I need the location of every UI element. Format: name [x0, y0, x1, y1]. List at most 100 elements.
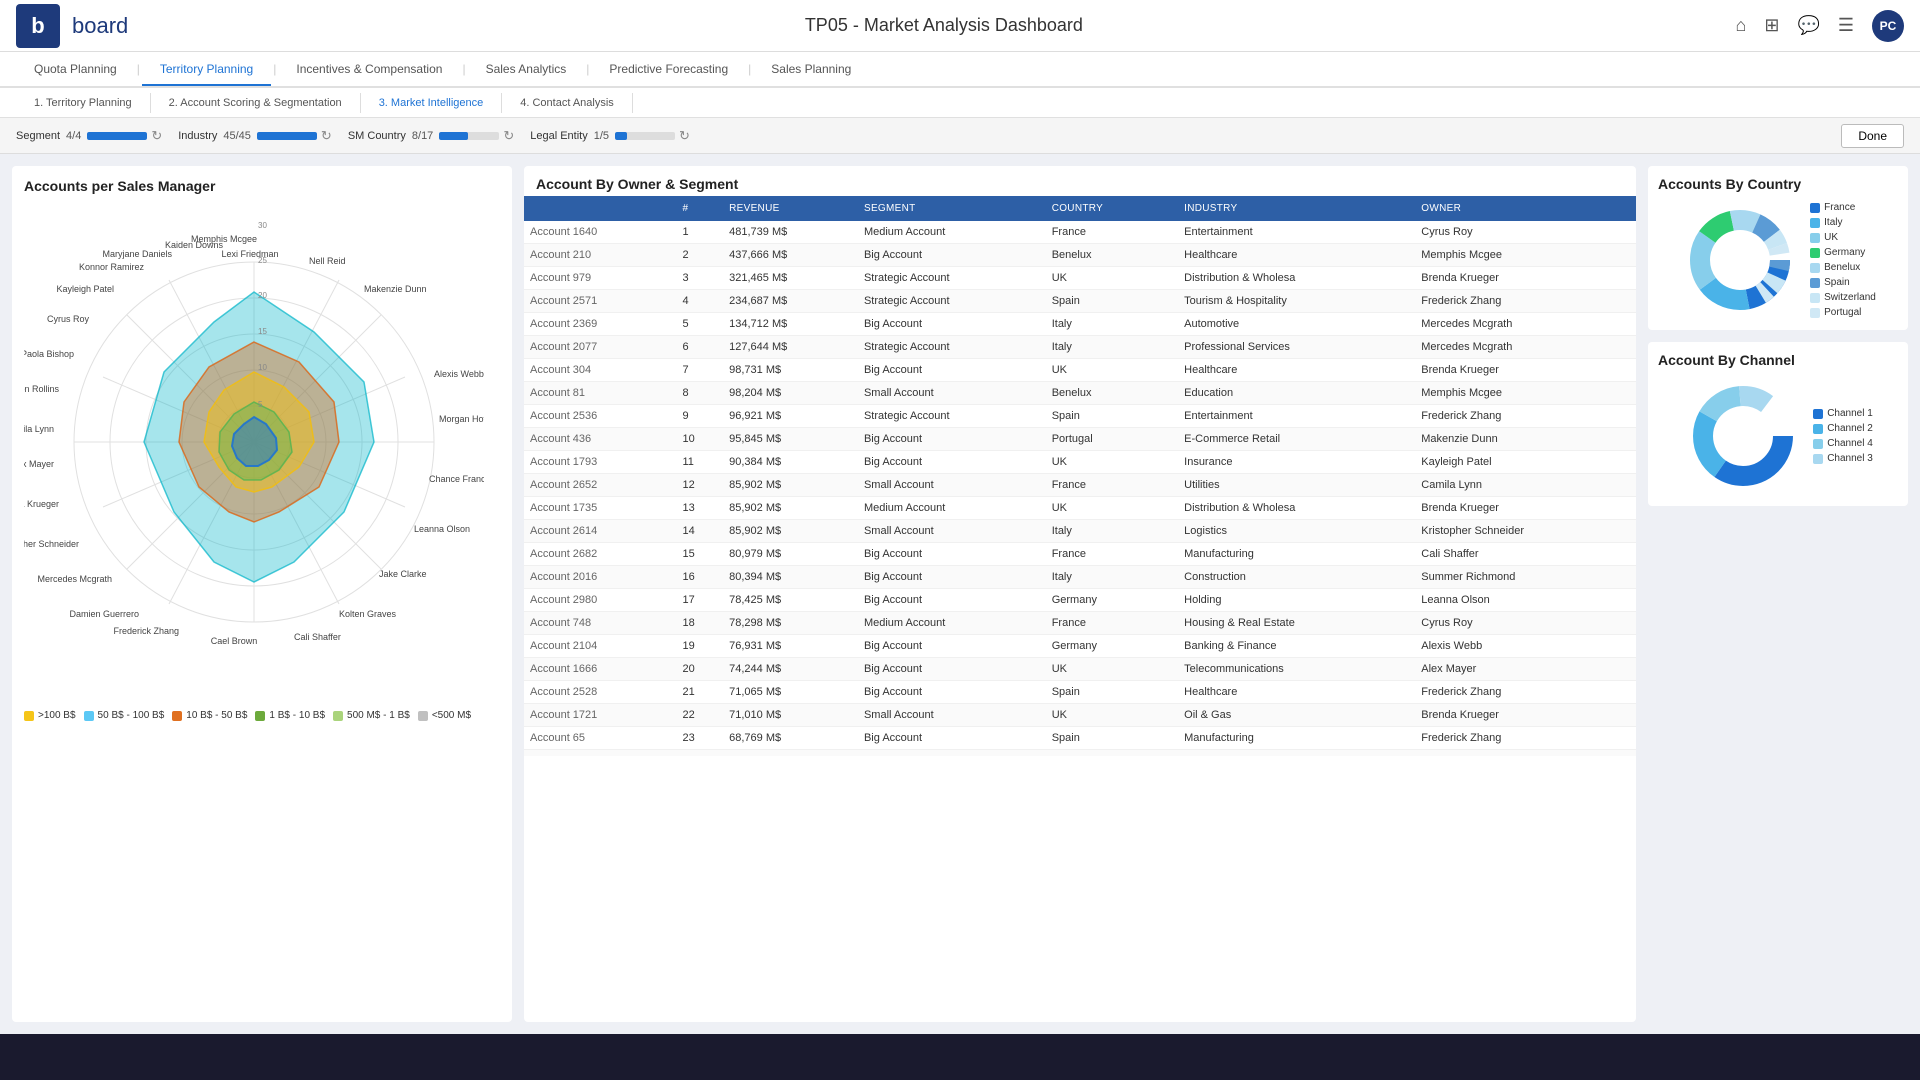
- nav-item-predictive[interactable]: Predictive Forecasting: [591, 54, 746, 86]
- svg-text:Konnor Ramirez: Konnor Ramirez: [79, 262, 145, 272]
- table-row[interactable]: Account 20161680,394 M$Big AccountItalyC…: [524, 566, 1636, 589]
- nav-item-sales-analytics[interactable]: Sales Analytics: [468, 54, 585, 86]
- legend-item-6: <500 M$: [418, 710, 471, 721]
- dashboard-icon[interactable]: ⊞: [1764, 15, 1779, 36]
- board-logo-text: board: [72, 13, 128, 39]
- table-row[interactable]: Account 652368,769 M$Big AccountSpainMan…: [524, 727, 1636, 750]
- table-row[interactable]: Account 26521285,902 M$Small AccountFran…: [524, 474, 1636, 497]
- nav-item-sales-planning[interactable]: Sales Planning: [753, 54, 869, 86]
- table-title: Account By Owner & Segment: [524, 166, 1636, 196]
- nav-item-incentives[interactable]: Incentives & Compensation: [278, 54, 460, 86]
- channel-donut-svg: [1683, 376, 1803, 496]
- svg-text:Nell Reid: Nell Reid: [309, 256, 346, 266]
- col-country: COUNTRY: [1046, 196, 1178, 221]
- filter-segment: Segment 4/4 ↻: [16, 128, 162, 144]
- table-row[interactable]: Account 16401481,739 M$Medium AccountFra…: [524, 221, 1636, 244]
- legend-item-3: 10 B$ - 50 B$: [172, 710, 247, 721]
- table-row[interactable]: Account 21041976,931 M$Big AccountGerman…: [524, 635, 1636, 658]
- table-row[interactable]: Account 26821580,979 M$Big AccountFrance…: [524, 543, 1636, 566]
- chat-icon[interactable]: 💬: [1797, 15, 1819, 36]
- table-row[interactable]: Account 9793321,465 M$Strategic AccountU…: [524, 267, 1636, 290]
- channel-chart-panel: Account By Channel Channel 1 Channel 2 C…: [1648, 342, 1908, 506]
- sub-nav-market-intelligence[interactable]: 3. Market Intelligence: [361, 93, 503, 113]
- country-chart-panel: Accounts By Country France Italy: [1648, 166, 1908, 330]
- svg-text:Colton Rollins: Colton Rollins: [24, 384, 59, 394]
- nav-item-quota[interactable]: Quota Planning: [16, 54, 135, 86]
- legend-item-5: 500 M$ - 1 B$: [333, 710, 410, 721]
- menu-icon[interactable]: ☰: [1838, 15, 1854, 36]
- table-row[interactable]: Account 7481878,298 M$Medium AccountFran…: [524, 612, 1636, 635]
- country-donut-container: France Italy UK Germany Benelux Spain Sw…: [1658, 200, 1898, 320]
- page-title: TP05 - Market Analysis Dashboard: [152, 15, 1735, 36]
- legend-item-1: >100 B$: [24, 710, 76, 721]
- table-row[interactable]: Account 17212271,010 M$Small AccountUKOi…: [524, 704, 1636, 727]
- table-row[interactable]: Account 2102437,666 M$Big AccountBenelux…: [524, 244, 1636, 267]
- svg-text:Makenzie Dunn: Makenzie Dunn: [364, 284, 427, 294]
- table-row[interactable]: Account 17931190,384 M$Big AccountUKInsu…: [524, 451, 1636, 474]
- left-panel: Accounts per Sales Manager: [12, 166, 512, 1022]
- legal-entity-progress-bar: [615, 132, 675, 140]
- filter-sm-country: SM Country 8/17 ↻: [348, 128, 514, 144]
- svg-text:Kolten Graves: Kolten Graves: [339, 609, 397, 619]
- account-table: # REVENUE SEGMENT COUNTRY INDUSTRY OWNER…: [524, 196, 1636, 756]
- radar-legend: >100 B$ 50 B$ - 100 B$ 10 B$ - 50 B$ 1 B…: [24, 710, 500, 721]
- sm-country-refresh-icon[interactable]: ↻: [503, 128, 514, 144]
- table-row[interactable]: Account 16662074,244 M$Big AccountUKTele…: [524, 658, 1636, 681]
- sm-country-progress-bar: [439, 132, 499, 140]
- legend-item-4: 1 B$ - 10 B$: [255, 710, 325, 721]
- col-owner: OWNER: [1415, 196, 1636, 221]
- account-table-scroll[interactable]: # REVENUE SEGMENT COUNTRY INDUSTRY OWNER…: [524, 196, 1636, 756]
- board-logo-box: b: [16, 4, 60, 48]
- table-row[interactable]: Account 26141485,902 M$Small AccountItal…: [524, 520, 1636, 543]
- svg-text:Leanna Olson: Leanna Olson: [414, 524, 470, 534]
- home-icon[interactable]: ⌂: [1735, 15, 1746, 36]
- sub-nav-account-scoring[interactable]: 2. Account Scoring & Segmentation: [151, 93, 361, 113]
- header-icons: ⌂ ⊞ 💬 ☰ PC: [1735, 10, 1904, 42]
- done-button[interactable]: Done: [1841, 124, 1904, 148]
- table-row[interactable]: Account 25714234,687 M$Strategic Account…: [524, 290, 1636, 313]
- col-revenue: REVENUE: [723, 196, 858, 221]
- table-row[interactable]: Account 25282171,065 M$Big AccountSpainH…: [524, 681, 1636, 704]
- svg-text:20: 20: [258, 291, 267, 300]
- svg-text:25: 25: [258, 256, 267, 265]
- svg-text:Kristopher Schneider: Kristopher Schneider: [24, 539, 79, 549]
- svg-text:Morgan Hoffman: Morgan Hoffman: [439, 414, 484, 424]
- industry-refresh-icon[interactable]: ↻: [321, 128, 332, 144]
- table-header-row: # REVENUE SEGMENT COUNTRY INDUSTRY OWNER: [524, 196, 1636, 221]
- segment-progress-bar: [87, 132, 147, 140]
- svg-text:Kayleigh Patel: Kayleigh Patel: [56, 284, 114, 294]
- table-row[interactable]: Account 23695134,712 M$Big AccountItalyA…: [524, 313, 1636, 336]
- sub-nav-contact-analysis[interactable]: 4. Contact Analysis: [502, 93, 633, 113]
- table-row[interactable]: Account 304798,731 M$Big AccountUKHealth…: [524, 359, 1636, 382]
- channel-legend: Channel 1 Channel 2 Channel 4 Channel 3: [1813, 408, 1873, 464]
- svg-text:Alex Mayer: Alex Mayer: [24, 459, 54, 469]
- avatar[interactable]: PC: [1872, 10, 1904, 42]
- logo-b: b: [31, 13, 44, 39]
- legend-dot-3: [172, 711, 182, 721]
- col-num: #: [676, 196, 723, 221]
- legend-dot-1: [24, 711, 34, 721]
- filter-legal-entity: Legal Entity 1/5 ↻: [530, 128, 690, 144]
- col-industry: INDUSTRY: [1178, 196, 1415, 221]
- svg-text:Damien Guerrero: Damien Guerrero: [69, 609, 139, 619]
- legal-entity-refresh-icon[interactable]: ↻: [679, 128, 690, 144]
- table-row[interactable]: Account 81898,204 M$Small AccountBenelux…: [524, 382, 1636, 405]
- svg-text:Cyrus Roy: Cyrus Roy: [47, 314, 90, 324]
- svg-text:5: 5: [258, 400, 263, 409]
- svg-text:Brenda Krueger: Brenda Krueger: [24, 499, 59, 509]
- svg-text:Mercedes Mcgrath: Mercedes Mcgrath: [37, 574, 112, 584]
- table-body: Account 16401481,739 M$Medium AccountFra…: [524, 221, 1636, 756]
- header: b board TP05 - Market Analysis Dashboard…: [0, 0, 1920, 52]
- segment-refresh-icon[interactable]: ↻: [151, 128, 162, 144]
- sm-country-progress-fill: [439, 132, 467, 140]
- legal-entity-progress-fill: [615, 132, 627, 140]
- sub-nav-territory[interactable]: 1. Territory Planning: [16, 93, 151, 113]
- table-row[interactable]: Account 20776127,644 M$Strategic Account…: [524, 336, 1636, 359]
- svg-text:15: 15: [258, 327, 267, 336]
- table-row[interactable]: Account 2536996,921 M$Strategic AccountS…: [524, 405, 1636, 428]
- table-row[interactable]: Account 18772467,898 M$Small AccountSwit…: [524, 750, 1636, 757]
- table-row[interactable]: Account 29801778,425 M$Big AccountGerman…: [524, 589, 1636, 612]
- nav-item-territory[interactable]: Territory Planning: [142, 54, 271, 86]
- table-row[interactable]: Account 17351385,902 M$Medium AccountUKD…: [524, 497, 1636, 520]
- table-row[interactable]: Account 4361095,845 M$Big AccountPortuga…: [524, 428, 1636, 451]
